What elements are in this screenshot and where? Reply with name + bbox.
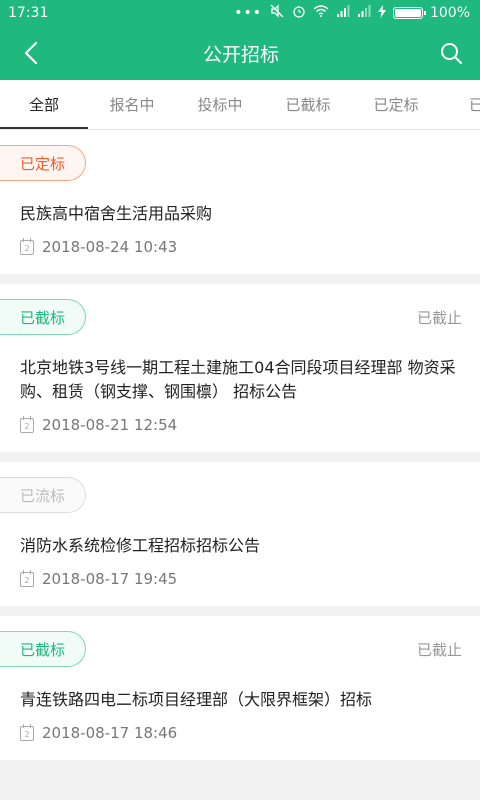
tender-date: 2018-08-17 19:45 — [42, 570, 178, 588]
tender-title: 青连铁路四电二标项目经理部（大限界框架）招标 — [20, 690, 373, 709]
tender-date: 2018-08-21 12:54 — [42, 416, 178, 434]
tender-title: 北京地铁3号线一期工程土建施工04合同段项目经理部 物资采购、租赁（钢支撑、钢围… — [20, 358, 456, 401]
status-bar: 17:31 ••• 100% — [0, 0, 480, 26]
tender-date-row: 2 2018-08-17 19:45 — [20, 569, 462, 588]
calendar-icon: 2 — [20, 569, 34, 587]
tab-registering[interactable]: 报名中 — [88, 80, 176, 129]
tender-date-row: 2 2018-08-21 12:54 — [20, 415, 462, 434]
tender-list: 已定标 民族高中宿舍生活用品采购 2 2018-08-24 10:43 已截标 … — [0, 130, 480, 760]
tender-date: 2018-08-17 18:46 — [42, 724, 178, 742]
filter-tabs: 全部 报名中 投标中 已截标 已定标 已启 — [0, 80, 480, 130]
status-badge: 已流标 — [0, 477, 87, 513]
search-icon — [440, 43, 463, 65]
wifi-icon — [313, 5, 329, 21]
nav-bar: 公开招标 — [0, 26, 480, 80]
status-badge: 已截标 — [0, 299, 87, 335]
signal-icon-2 — [357, 5, 371, 21]
list-item[interactable]: 已流标 消防水系统检修工程招标招标公告 2 2018-08-17 19:45 — [0, 462, 480, 606]
calendar-icon: 2 — [20, 723, 34, 741]
status-badge: 已截标 — [0, 631, 87, 667]
tab-closed[interactable]: 已截标 — [264, 80, 352, 129]
tender-title: 消防水系统检修工程招标招标公告 — [20, 536, 261, 555]
calendar-icon: 2 — [20, 415, 34, 433]
page-title: 公开招标 — [202, 43, 279, 66]
tender-title: 民族高中宿舍生活用品采购 — [20, 204, 213, 223]
mute-icon — [269, 4, 285, 22]
tab-more[interactable]: 已启 — [440, 80, 480, 129]
battery-fill — [394, 9, 421, 17]
calendar-icon: 2 — [20, 237, 34, 255]
status-time: 17:31 — [8, 5, 49, 21]
more-dots-icon: ••• — [234, 5, 262, 21]
list-item[interactable]: 已截标 已截止 青连铁路四电二标项目经理部（大限界框架）招标 2 2018-08… — [0, 616, 480, 760]
deadline-state: 已截止 — [416, 640, 462, 659]
card-header: 已截标 已截止 — [0, 298, 462, 336]
battery-icon — [392, 7, 426, 19]
status-icons: ••• 100% — [234, 4, 470, 22]
deadline-state: 已截止 — [416, 308, 462, 327]
search-button[interactable] — [434, 36, 468, 70]
card-header: 已流标 — [0, 476, 462, 514]
back-button[interactable] — [14, 36, 48, 70]
alarm-icon — [292, 4, 306, 22]
list-item[interactable]: 已定标 民族高中宿舍生活用品采购 2 2018-08-24 10:43 — [0, 130, 480, 274]
card-header: 已定标 — [0, 144, 462, 182]
status-badge: 已定标 — [0, 145, 87, 181]
tab-all[interactable]: 全部 — [0, 80, 88, 129]
card-header: 已截标 已截止 — [0, 630, 462, 668]
list-item[interactable]: 已截标 已截止 北京地铁3号线一期工程土建施工04合同段项目经理部 物资采购、租… — [0, 284, 480, 452]
tab-awarded[interactable]: 已定标 — [352, 80, 440, 129]
signal-icon-1 — [336, 5, 350, 21]
back-arrow-icon — [24, 41, 38, 65]
battery-percent: 100% — [429, 5, 470, 21]
tab-bidding[interactable]: 投标中 — [176, 80, 264, 129]
tender-date-row: 2 2018-08-17 18:46 — [20, 723, 462, 742]
tender-date-row: 2 2018-08-24 10:43 — [20, 237, 462, 256]
charging-icon — [377, 4, 386, 22]
tender-date: 2018-08-24 10:43 — [42, 238, 178, 256]
